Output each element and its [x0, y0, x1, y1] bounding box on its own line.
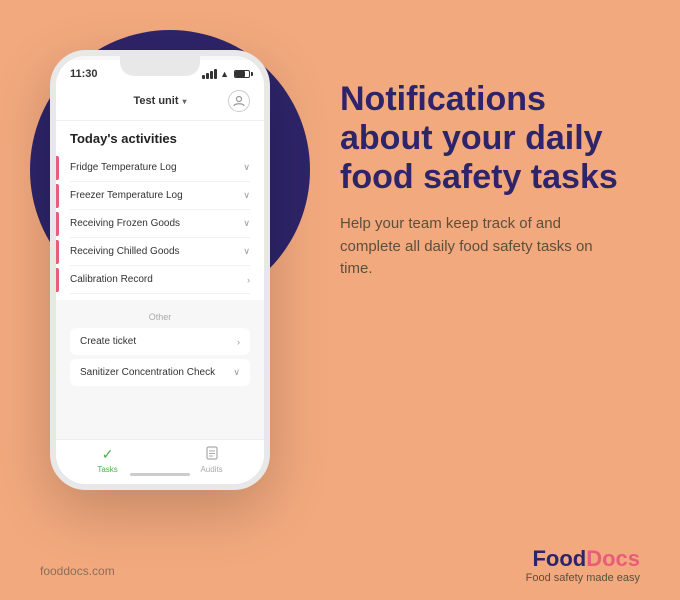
signal-bar-1 [202, 75, 205, 79]
status-time: 11:30 [70, 68, 98, 80]
other-item-ticket[interactable]: Create ticket › [70, 328, 250, 355]
phone-frame: 11:30 ▲ Test [50, 50, 270, 490]
bottom-nav: ✓ Tasks Audits [56, 439, 264, 484]
brand-name: FoodDocs [526, 546, 640, 572]
nav-audits[interactable]: Audits [200, 446, 222, 474]
chilled-chevron-icon: ∨ [243, 246, 250, 257]
headline-line1: Notifications [340, 80, 546, 118]
nav-tasks[interactable]: ✓ Tasks [97, 446, 117, 474]
chevron-down-icon: ▾ [183, 97, 187, 106]
frozen-chevron-icon: ∨ [243, 218, 250, 229]
website-text: fooddocs.com [40, 564, 115, 578]
profile-icon[interactable] [228, 90, 250, 112]
calibration-chevron-icon: › [247, 275, 250, 285]
other-section: Other Create ticket › Sanitizer Concentr… [56, 300, 264, 386]
signal-bar-2 [206, 73, 209, 79]
fridge-chevron-icon: ∨ [243, 162, 250, 173]
signal-bar-3 [210, 71, 213, 79]
main-headline: Notifications about your daily food safe… [340, 80, 640, 197]
phone-screen: 11:30 ▲ Test [56, 56, 264, 484]
phone-header: Test unit ▾ [56, 84, 264, 121]
sanitizer-chevron-icon: ∨ [233, 367, 240, 378]
home-indicator [130, 473, 190, 476]
headline-line2: about your daily [340, 119, 603, 157]
phone-mockup: 11:30 ▲ Test [50, 50, 270, 490]
activities-title: Today's activities [70, 131, 250, 146]
audits-label: Audits [200, 465, 222, 474]
footer-left: fooddocs.com [40, 562, 115, 580]
unit-name: Test unit [133, 95, 178, 107]
audits-icon [205, 446, 219, 463]
signal-bar-4 [214, 69, 217, 79]
unit-selector[interactable]: Test unit ▾ [133, 95, 186, 107]
other-label: Other [70, 308, 250, 328]
other-item-sanitizer[interactable]: Sanitizer Concentration Check ∨ [70, 359, 250, 386]
battery-icon [234, 70, 250, 78]
footer-right: FoodDocs Food safety made easy [526, 546, 640, 584]
activities-section: Today's activities Fridge Temperature Lo… [56, 121, 264, 300]
activity-item-calibration[interactable]: Calibration Record › [70, 266, 250, 294]
activity-item-chilled[interactable]: Receiving Chilled Goods ∨ [70, 238, 250, 266]
activity-label-chilled: Receiving Chilled Goods [70, 246, 180, 257]
brand-tagline: Food safety made easy [526, 572, 640, 584]
wifi-icon: ▲ [220, 69, 229, 79]
sub-text: Help your team keep track of and complet… [340, 213, 600, 281]
activity-label-freezer: Freezer Temperature Log [70, 190, 183, 201]
right-content: Notifications about your daily food safe… [340, 80, 640, 281]
headline-line3: food safety tasks [340, 158, 618, 196]
brand-name-accent: Docs [586, 546, 640, 571]
activity-item-frozen[interactable]: Receiving Frozen Goods ∨ [70, 210, 250, 238]
status-icons: ▲ [202, 69, 250, 79]
ticket-chevron-icon: › [237, 337, 240, 347]
tasks-icon: ✓ [102, 446, 114, 463]
activity-item-fridge[interactable]: Fridge Temperature Log ∨ [70, 154, 250, 182]
activity-label-frozen: Receiving Frozen Goods [70, 218, 180, 229]
freezer-chevron-icon: ∨ [243, 190, 250, 201]
activity-label-fridge: Fridge Temperature Log [70, 162, 177, 173]
activity-label-calibration: Calibration Record [70, 274, 153, 285]
tasks-label: Tasks [97, 465, 117, 474]
sanitizer-label: Sanitizer Concentration Check [80, 367, 215, 378]
activity-item-freezer[interactable]: Freezer Temperature Log ∨ [70, 182, 250, 210]
ticket-label: Create ticket [80, 336, 136, 347]
phone-notch [120, 56, 200, 76]
